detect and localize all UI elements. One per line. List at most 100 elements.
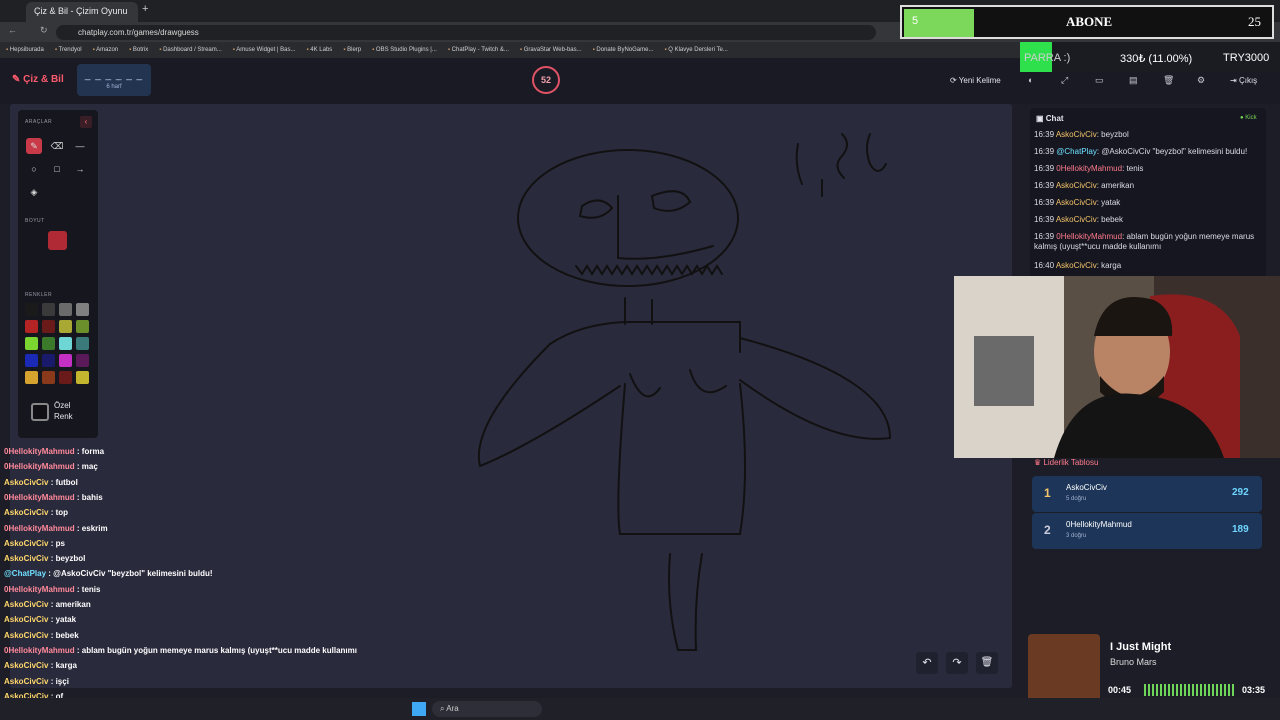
- display-icon[interactable]: ▭: [1095, 75, 1104, 86]
- url-field[interactable]: chatplay.com.tr/games/drawguess: [56, 25, 876, 40]
- bookmark-item[interactable]: Q Klavye Dersleri Te...: [664, 47, 728, 53]
- chat-username[interactable]: 0HellokityMahmud: [1056, 232, 1122, 241]
- color-swatch[interactable]: [25, 354, 38, 367]
- word-hint: _ _ _ _ _ _ 6 harf: [77, 64, 151, 96]
- bookmark-item[interactable]: Botrix: [129, 47, 148, 53]
- stroke-teeth: [575, 264, 723, 276]
- color-swatch[interactable]: [76, 320, 89, 333]
- leaderboard-name: 0HellokityMahmud: [1066, 520, 1132, 529]
- fill-tool-icon[interactable]: ◈: [26, 184, 42, 200]
- stream-chat-text: tenis: [81, 584, 101, 594]
- color-swatch[interactable]: [25, 320, 38, 333]
- undo-button[interactable]: ↶: [916, 652, 938, 674]
- color-swatch[interactable]: [76, 371, 89, 384]
- chat-username[interactable]: AskoCivCiv: [1056, 181, 1097, 190]
- leaderboard-subtitle: 5 doğru: [1066, 496, 1087, 502]
- redo-button[interactable]: ↷: [946, 652, 968, 674]
- theme-icon[interactable]: ◐: [1028, 75, 1033, 85]
- donation-ticker: PARRA :) 330₺ (11.00%) TRY3000: [1020, 42, 1280, 72]
- pen-tool-icon[interactable]: ✎: [26, 138, 42, 154]
- stream-chat-text: işçi: [55, 676, 69, 686]
- color-swatch[interactable]: [76, 337, 89, 350]
- subscriber-goal-overlay: 5 ABONE 25: [900, 5, 1274, 39]
- chat-username[interactable]: AskoCivCiv: [1056, 215, 1097, 224]
- color-swatch[interactable]: [25, 303, 38, 316]
- fullscreen-icon[interactable]: ⤢: [1061, 75, 1068, 86]
- bookmark-item[interactable]: Trendyol: [55, 47, 82, 53]
- bookmark-item[interactable]: Dashboard / Stream...: [159, 47, 222, 53]
- chat-username[interactable]: AskoCivCiv: [1056, 261, 1097, 270]
- stroke-shoulders: [549, 321, 741, 353]
- stroke-body: [617, 383, 746, 535]
- chat-username[interactable]: 0HellokityMahmud: [1056, 164, 1122, 173]
- bookmark-item[interactable]: Hepsiburada: [6, 47, 44, 53]
- chat-username[interactable]: @ChatPlay: [1056, 147, 1097, 156]
- bookmark-item[interactable]: GravaStar Web-bas...: [520, 47, 582, 53]
- color-swatch[interactable]: [25, 337, 38, 350]
- app-logo[interactable]: ✎ Çiz & Bil: [12, 74, 64, 85]
- collapse-icon[interactable]: ‹: [80, 116, 92, 128]
- color-swatch[interactable]: [42, 303, 55, 316]
- size-option-selected[interactable]: [48, 231, 67, 250]
- colors-title: RENKLER: [25, 292, 53, 298]
- url-text: chatplay.com.tr/games/drawguess: [78, 28, 199, 37]
- color-swatch[interactable]: [59, 337, 72, 350]
- chat-text: amerikan: [1101, 181, 1135, 190]
- exit-button[interactable]: ⇥ Çıkış: [1230, 76, 1257, 85]
- archive-icon[interactable]: ▤: [1129, 75, 1138, 86]
- bookmark-item[interactable]: ChatPlay - Twitch &...: [448, 47, 509, 53]
- line-tool-icon[interactable]: —: [72, 138, 88, 154]
- color-swatch[interactable]: [76, 303, 89, 316]
- logo-text: Çiz & Bil: [23, 74, 64, 85]
- chat-title: ▣ Chat: [1036, 114, 1064, 123]
- stream-chat-user: 0HellokityMahmud: [4, 492, 75, 502]
- custom-color-button[interactable]: [31, 403, 49, 421]
- chat-message: 16:39 @ChatPlay: @AskoCivCiv "beyzbol" k…: [1034, 147, 1248, 156]
- bookmark-item[interactable]: Amazon: [93, 47, 118, 53]
- color-swatch[interactable]: [25, 371, 38, 384]
- gear-icon[interactable]: ⚙: [1197, 75, 1205, 86]
- browser-tab[interactable]: Çiz & Bil - Çizim Oyunu: [26, 2, 138, 22]
- word-mask: _ _ _ _ _ _: [84, 70, 144, 81]
- chat-username[interactable]: AskoCivCiv: [1056, 198, 1097, 207]
- bookmark-item[interactable]: OBS Studio Plugins |...: [372, 47, 437, 53]
- color-swatch[interactable]: [42, 320, 55, 333]
- leaderboard-subtitle: 3 doğru: [1066, 533, 1087, 539]
- chat-text: yatak: [1101, 198, 1121, 207]
- chat-message: 16:39 AskoCivCiv: yatak: [1034, 198, 1121, 207]
- drawing-canvas[interactable]: ↶ ↷ 🗑: [10, 104, 1012, 688]
- color-swatch[interactable]: [42, 354, 55, 367]
- stream-chat-line: 0HellokityMahmud : maç: [4, 462, 98, 472]
- new-tab-button[interactable]: +: [142, 3, 148, 15]
- color-swatch[interactable]: [59, 354, 72, 367]
- clear-canvas-button[interactable]: 🗑: [976, 652, 998, 674]
- bookmark-item[interactable]: Blerp: [343, 47, 361, 53]
- trash-icon[interactable]: 🗑: [1163, 75, 1174, 86]
- arrow-tool-icon[interactable]: →: [72, 161, 88, 177]
- windows-start-icon[interactable]: [412, 702, 426, 716]
- bookmark-item[interactable]: 4K Labs: [306, 47, 332, 53]
- color-swatch[interactable]: [59, 303, 72, 316]
- circle-tool-icon[interactable]: ○: [26, 161, 42, 177]
- color-swatch[interactable]: [42, 371, 55, 384]
- chat-time: 16:39: [1034, 198, 1055, 207]
- new-word-button[interactable]: ⟳ Yeni Kelime: [950, 76, 1001, 85]
- color-swatch[interactable]: [42, 337, 55, 350]
- taskbar-search[interactable]: ⌕ Ara: [432, 701, 542, 717]
- bookmark-item[interactable]: Amuse Widget | Bas...: [233, 47, 295, 53]
- chat-username[interactable]: AskoCivCiv: [1056, 130, 1097, 139]
- goal-current: 5: [912, 15, 919, 27]
- stroke-numbers: [795, 133, 887, 197]
- back-icon[interactable]: ←: [8, 25, 17, 35]
- rectangle-tool-icon[interactable]: □: [49, 161, 65, 177]
- stroke-nose: [617, 195, 714, 260]
- eraser-tool-icon[interactable]: ⌫: [49, 138, 65, 154]
- reload-icon[interactable]: ↻: [40, 25, 48, 36]
- leaderboard-score: 189: [1232, 524, 1249, 535]
- color-swatch[interactable]: [59, 320, 72, 333]
- bookmark-item[interactable]: Donate ByNoGame...: [593, 47, 653, 53]
- color-swatch[interactable]: [76, 354, 89, 367]
- color-swatch[interactable]: [59, 371, 72, 384]
- stream-chat-user: AskoCivCiv: [4, 661, 49, 671]
- new-word-label: Yeni Kelime: [958, 76, 1001, 85]
